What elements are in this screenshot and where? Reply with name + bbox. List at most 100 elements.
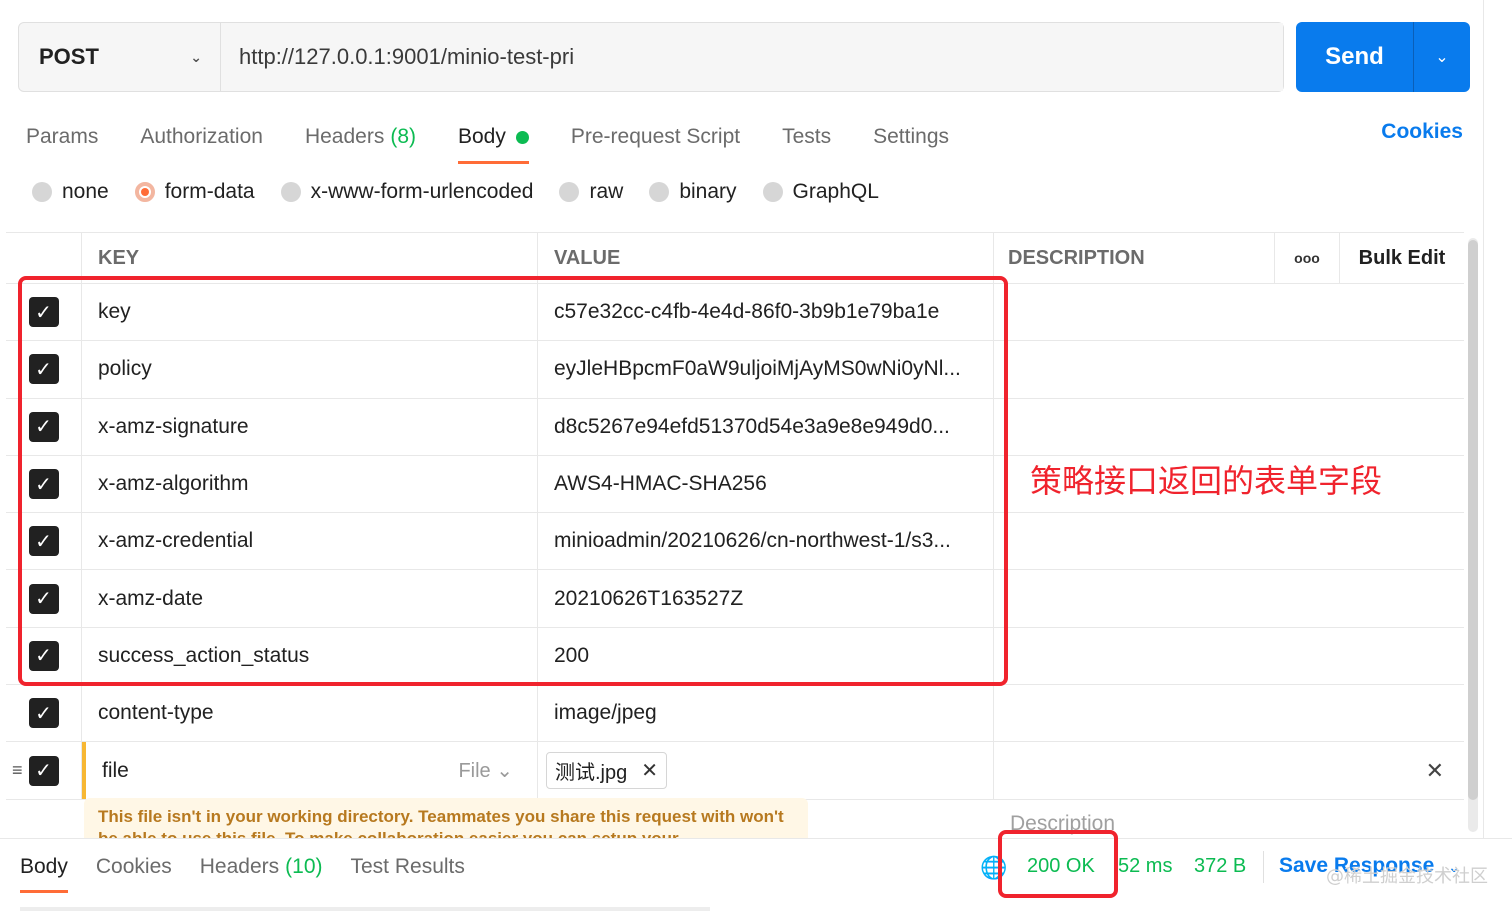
tab-label: Test Results bbox=[350, 855, 465, 878]
description-cell[interactable]: ✕ bbox=[994, 742, 1464, 798]
key-cell[interactable]: content-type bbox=[82, 685, 538, 742]
file-warning-tooltip: This file isn't in your working director… bbox=[84, 798, 808, 838]
tab-body[interactable]: Body bbox=[458, 116, 529, 164]
radio-circle-icon bbox=[559, 182, 580, 202]
tab-tests[interactable]: Tests bbox=[782, 116, 831, 158]
value-cell[interactable]: 20210626T163527Z bbox=[538, 570, 994, 627]
column-header-value: VALUE bbox=[538, 233, 994, 283]
response-tab-headers[interactable]: Headers (10) bbox=[200, 855, 323, 879]
value-cell[interactable]: eyJleHBpcmF0aW9uljoiMjAyMS0wNi0yNl... bbox=[538, 341, 994, 398]
radio-form-data[interactable]: form-data bbox=[134, 180, 255, 204]
value-cell[interactable]: AWS4-HMAC-SHA256 bbox=[538, 455, 994, 513]
response-tab-body[interactable]: Body bbox=[20, 855, 68, 893]
description-placeholder[interactable]: Description bbox=[1010, 812, 1115, 836]
key-cell[interactable]: x-amz-signature bbox=[82, 398, 538, 455]
tab-count: (8) bbox=[390, 125, 416, 148]
response-content-preview bbox=[20, 907, 710, 911]
file-chip[interactable]: 测试.jpg ✕ bbox=[546, 752, 668, 790]
radio-label: form-data bbox=[164, 180, 255, 203]
status-code[interactable]: 200 OK bbox=[1027, 855, 1095, 878]
checkbox-checked[interactable]: ✓ bbox=[28, 469, 59, 500]
send-button[interactable]: Send ⌄ bbox=[1296, 22, 1470, 92]
key-cell[interactable]: key bbox=[82, 284, 538, 341]
checkbox-checked[interactable]: ✓ bbox=[28, 526, 59, 557]
key-cell[interactable]: policy bbox=[82, 341, 538, 398]
tab-params[interactable]: Params bbox=[26, 116, 98, 158]
delete-row-icon[interactable]: ✕ bbox=[1426, 758, 1444, 784]
tab-label: Pre-request Script bbox=[570, 125, 741, 148]
description-cell[interactable] bbox=[994, 284, 1464, 340]
url-input[interactable]: http://127.0.0.1:9001/minio-test-pri bbox=[221, 23, 1283, 91]
body-type-radios: none form-data x-www-form-urlencoded raw… bbox=[32, 180, 905, 204]
value-cell[interactable]: 200 bbox=[538, 627, 994, 685]
radio-raw[interactable]: raw bbox=[559, 180, 623, 204]
checkbox-checked[interactable]: ✓ bbox=[28, 583, 59, 614]
table-row: ✓ success_action_status 200 bbox=[6, 627, 1464, 686]
description-cell[interactable] bbox=[994, 513, 1464, 569]
method-select[interactable]: POST ⌄ bbox=[19, 23, 221, 91]
checkbox-checked[interactable]: ✓ bbox=[28, 755, 59, 786]
tab-headers[interactable]: Headers (8) bbox=[305, 116, 416, 158]
tab-authorization[interactable]: Authorization bbox=[140, 116, 263, 158]
tab-settings[interactable]: Settings bbox=[873, 116, 949, 158]
radio-circle-icon bbox=[280, 182, 301, 202]
bulk-edit-button[interactable]: Bulk Edit bbox=[1340, 233, 1464, 283]
table-row: ✓ key c57e32cc-c4fb-4e4d-86f0-3b9b1e79ba… bbox=[6, 284, 1464, 342]
description-cell[interactable] bbox=[994, 570, 1464, 626]
response-tab-cookies[interactable]: Cookies bbox=[96, 855, 172, 879]
key-cell[interactable]: file File ⌄ bbox=[82, 742, 538, 799]
send-label: Send bbox=[1296, 22, 1414, 92]
tab-label: Headers bbox=[199, 855, 280, 878]
checkbox-checked[interactable]: ✓ bbox=[28, 297, 59, 328]
request-tabs: Params Authorization Headers (8) Body Pre… bbox=[26, 112, 991, 164]
value-cell: 测试.jpg ✕ bbox=[538, 742, 994, 799]
description-cell[interactable] bbox=[994, 628, 1464, 684]
key-cell[interactable]: x-amz-date bbox=[82, 570, 538, 627]
response-bar: Body Cookies Headers (10) Test Results 🌐 … bbox=[0, 838, 1512, 911]
scrollbar[interactable] bbox=[1468, 238, 1478, 832]
value-cell[interactable]: image/jpeg bbox=[538, 685, 994, 742]
method-label: POST bbox=[39, 44, 99, 69]
description-cell[interactable] bbox=[994, 685, 1464, 741]
remove-file-icon[interactable]: ✕ bbox=[641, 758, 658, 783]
radio-label: x-www-form-urlencoded bbox=[310, 180, 534, 203]
column-header-key: KEY bbox=[82, 233, 538, 283]
scrollbar-thumb[interactable] bbox=[1468, 240, 1478, 800]
table-row: ✓ x-amz-date 20210626T163527Z bbox=[6, 570, 1464, 628]
checkbox-checked[interactable]: ✓ bbox=[28, 411, 59, 442]
response-time[interactable]: 52 ms bbox=[1118, 855, 1172, 878]
more-options-icon[interactable]: ooo bbox=[1274, 233, 1340, 283]
table-row-file: ≡ ✓ file File ⌄ 测试.jpg ✕ ✕ bbox=[6, 742, 1464, 800]
chevron-down-icon[interactable]: ⌄ bbox=[1414, 22, 1470, 92]
description-cell[interactable] bbox=[994, 399, 1464, 455]
response-size[interactable]: 372 B bbox=[1194, 855, 1246, 878]
response-tab-test-results[interactable]: Test Results bbox=[351, 855, 465, 879]
radio-x-www-form-urlencoded[interactable]: x-www-form-urlencoded bbox=[280, 180, 534, 204]
description-cell[interactable] bbox=[994, 341, 1464, 397]
table-header-row: KEY VALUE DESCRIPTION ooo Bulk Edit bbox=[6, 232, 1464, 284]
value-cell[interactable]: d8c5267e94efd51370d54e3a9e8e949d0... bbox=[538, 398, 994, 455]
radio-circle-icon bbox=[649, 182, 670, 202]
radio-binary[interactable]: binary bbox=[649, 180, 737, 204]
type-select[interactable]: File ⌄ bbox=[458, 758, 513, 783]
radio-none[interactable]: none bbox=[32, 180, 109, 204]
checkbox-cell: ✓ bbox=[6, 341, 82, 398]
key-cell[interactable]: x-amz-algorithm bbox=[82, 455, 538, 513]
checkbox-cell: ✓ bbox=[6, 513, 82, 570]
key-cell[interactable]: x-amz-credential bbox=[82, 513, 538, 570]
drag-handle-icon[interactable]: ≡ bbox=[12, 760, 23, 781]
value-cell[interactable]: minioadmin/20210626/cn-northwest-1/s3... bbox=[538, 513, 994, 570]
checkbox-checked[interactable]: ✓ bbox=[28, 354, 59, 385]
cookies-link[interactable]: Cookies bbox=[1381, 120, 1463, 144]
checkbox-checked[interactable]: ✓ bbox=[28, 698, 59, 729]
key-cell[interactable]: success_action_status bbox=[82, 627, 538, 685]
checkbox-checked[interactable]: ✓ bbox=[28, 640, 59, 671]
chevron-down-icon: ⌄ bbox=[496, 760, 513, 783]
column-header-description: DESCRIPTION bbox=[1008, 246, 1145, 269]
radio-graphql[interactable]: GraphQL bbox=[762, 180, 879, 204]
value-cell[interactable]: c57e32cc-c4fb-4e4d-86f0-3b9b1e79ba1e bbox=[538, 284, 994, 341]
tab-pre-request-script[interactable]: Pre-request Script bbox=[571, 116, 740, 158]
tab-label: Headers bbox=[304, 125, 385, 148]
request-url-bar: POST ⌄ http://127.0.0.1:9001/minio-test-… bbox=[18, 22, 1284, 92]
globe-icon[interactable]: 🌐 bbox=[980, 855, 1007, 881]
